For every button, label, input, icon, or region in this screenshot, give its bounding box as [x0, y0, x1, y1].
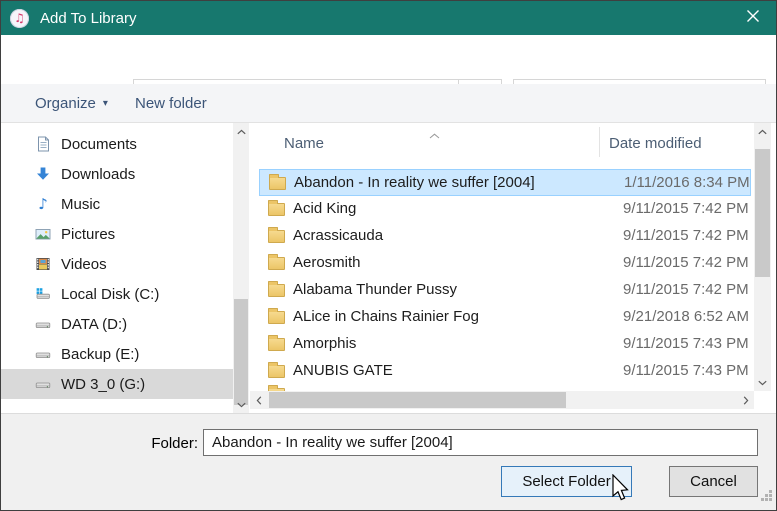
sort-ascending-icon: [429, 126, 440, 144]
folder-name-input[interactable]: [203, 429, 758, 456]
resize-grip[interactable]: [760, 489, 773, 507]
file-row[interactable]: ANUBIS GATE 9/11/2015 7:43 PM: [259, 358, 751, 385]
file-row[interactable]: Alabama Thunder Pussy 9/11/2015 7:42 PM: [259, 277, 751, 304]
horizontal-scrollbar[interactable]: [250, 391, 754, 409]
system-drive-icon: [35, 286, 51, 302]
file-row[interactable]: Acid King 9/11/2015 7:42 PM: [259, 196, 751, 223]
title-bar: ♫ Add To Library: [1, 1, 776, 35]
file-row[interactable]: Abandon - In reality we suffer [2004] 1/…: [259, 169, 751, 196]
scroll-up-icon[interactable]: [754, 123, 771, 140]
scrollbar-thumb[interactable]: [755, 149, 770, 277]
scroll-down-icon[interactable]: [233, 396, 249, 413]
sidebar-item-music[interactable]: ♪ Music: [1, 189, 233, 219]
close-icon: [746, 9, 760, 28]
dialog-footer: Folder: Select Folder Cancel: [1, 413, 776, 510]
new-folder-label: New folder: [135, 95, 207, 112]
picture-icon: [35, 226, 51, 242]
chevron-down-icon: ▾: [103, 98, 108, 109]
folder-icon: [268, 203, 285, 216]
content-area: Documents Downloads ♪ Music Pictures: [1, 123, 776, 413]
new-folder-button[interactable]: New folder: [135, 84, 207, 122]
file-row[interactable]: Acrassicauda 9/11/2015 7:42 PM: [259, 223, 751, 250]
scrollbar-thumb[interactable]: [234, 299, 248, 405]
scroll-up-icon[interactable]: [233, 123, 249, 140]
itunes-app-icon: ♫: [10, 9, 29, 28]
film-icon: [35, 256, 51, 272]
close-button[interactable]: [729, 1, 776, 35]
folder-icon: [268, 365, 285, 378]
organize-label: Organize: [35, 95, 96, 112]
window-title: Add To Library: [40, 10, 136, 27]
folder-icon: [268, 338, 285, 351]
sidebar-item-downloads[interactable]: Downloads: [1, 159, 233, 189]
music-note-icon: ♪: [35, 196, 51, 212]
document-icon: [35, 136, 51, 152]
navigation-bar: ← → ↑ « Music › MP3 › ↻: [1, 35, 776, 84]
column-header-date-modified[interactable]: Date modified: [609, 135, 702, 152]
folder-icon: [269, 177, 286, 190]
folder-icon: [268, 311, 285, 324]
scroll-down-icon[interactable]: [754, 374, 771, 391]
folder-icon: [268, 230, 285, 243]
select-folder-button[interactable]: Select Folder: [501, 466, 632, 497]
sidebar-item-wd-3-0-g[interactable]: WD 3_0 (G:): [1, 369, 233, 399]
file-list-scrollbar[interactable]: [754, 123, 771, 391]
sidebar-item-backup-e[interactable]: Backup (E:): [1, 339, 233, 369]
drive-icon: [35, 376, 51, 392]
folder-icon: [268, 257, 285, 270]
folder-label: Folder:: [111, 435, 198, 452]
command-toolbar: Organize ▾ New folder ▾ ?: [1, 84, 776, 123]
file-row[interactable]: ALice in Chains Rainier Fog 9/21/2018 6:…: [259, 304, 751, 331]
cancel-button[interactable]: Cancel: [669, 466, 758, 497]
file-row[interactable]: Aerosmith 9/11/2015 7:42 PM: [259, 250, 751, 277]
sidebar-item-data-d[interactable]: DATA (D:): [1, 309, 233, 339]
scrollbar-thumb[interactable]: [269, 392, 566, 408]
add-to-library-dialog: ♫ Add To Library ← → ↑ « Music › MP3 ›: [0, 0, 777, 511]
organize-button[interactable]: Organize ▾: [35, 84, 108, 122]
column-divider[interactable]: [599, 127, 600, 157]
scroll-left-icon[interactable]: [250, 391, 267, 409]
sidebar-item-local-disk-c[interactable]: Local Disk (C:): [1, 279, 233, 309]
download-arrow-icon: [35, 166, 51, 182]
folder-icon: [268, 284, 285, 297]
drive-icon: [35, 346, 51, 362]
scroll-right-icon[interactable]: [737, 391, 754, 409]
cancel-label: Cancel: [690, 473, 737, 490]
column-header-name[interactable]: Name: [284, 135, 324, 152]
sidebar-scrollbar[interactable]: [233, 123, 249, 413]
select-folder-label: Select Folder: [522, 473, 610, 490]
sidebar-item-videos[interactable]: Videos: [1, 249, 233, 279]
file-row[interactable]: Amorphis 9/11/2015 7:43 PM: [259, 331, 751, 358]
sidebar-item-documents[interactable]: Documents: [1, 129, 233, 159]
sidebar-item-pictures[interactable]: Pictures: [1, 219, 233, 249]
drive-icon: [35, 316, 51, 332]
